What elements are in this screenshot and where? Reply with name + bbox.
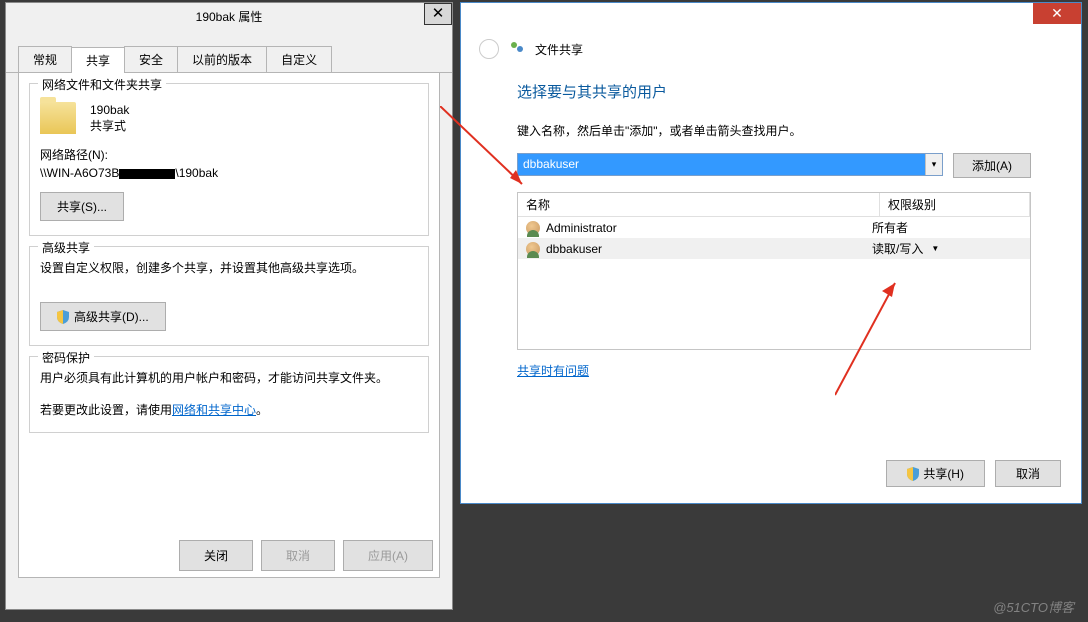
advanced-share-group: 高级共享 设置自定义权限，创建多个共享，并设置其他高级共享选项。 高级共享(D)… bbox=[29, 246, 429, 346]
tab-sharing[interactable]: 共享 bbox=[71, 47, 125, 73]
properties-title: 190bak 属性 bbox=[196, 10, 263, 24]
tab-security[interactable]: 安全 bbox=[124, 46, 178, 72]
user-input[interactable]: dbbakuser bbox=[518, 154, 925, 175]
chevron-down-icon[interactable]: ▼ bbox=[931, 244, 939, 253]
tabs-bar: 常规 共享 安全 以前的版本 自定义 bbox=[6, 46, 452, 73]
chevron-down-icon[interactable]: ▾ bbox=[925, 154, 942, 175]
user-name: Administrator bbox=[546, 221, 617, 235]
advanced-share-title: 高级共享 bbox=[38, 239, 94, 256]
tab-previous-versions[interactable]: 以前的版本 bbox=[177, 46, 267, 72]
share-footer: 共享(H) 取消 bbox=[886, 460, 1061, 487]
properties-dialog: 190bak 属性 ✕ 常规 共享 安全 以前的版本 自定义 网络文件和文件夹共… bbox=[5, 2, 453, 610]
shield-icon bbox=[907, 467, 919, 481]
watermark: @51CTO博客 bbox=[993, 597, 1074, 616]
tab-content: 网络文件和文件夹共享 190bak 共享式 网络路径(N): \\WIN-A6O… bbox=[18, 73, 440, 578]
network-path-label: 网络路径(N): bbox=[40, 146, 418, 163]
user-icon bbox=[526, 221, 540, 235]
share-status: 共享式 bbox=[90, 118, 129, 134]
footer-buttons: 关闭 取消 应用(A) bbox=[179, 540, 433, 571]
share-header: 文件共享 bbox=[461, 31, 1081, 67]
user-permissions-table: 名称 权限级别 Administrator 所有者 dbbakuser 读取/写… bbox=[517, 192, 1031, 350]
password-line2: 若要更改此设置，请使用网络和共享中心。 bbox=[40, 401, 418, 418]
shield-icon bbox=[57, 310, 69, 324]
network-share-title: 网络文件和文件夹共享 bbox=[38, 76, 166, 93]
password-line1: 用户必须具有此计算机的用户帐户和密码，才能访问共享文件夹。 bbox=[40, 369, 418, 387]
close-btn[interactable]: 关闭 bbox=[179, 540, 253, 571]
tab-customize[interactable]: 自定义 bbox=[266, 46, 332, 72]
table-row[interactable]: Administrator 所有者 bbox=[518, 217, 1030, 238]
share-icon bbox=[509, 40, 525, 59]
permission-level: 读取/写入 bbox=[872, 240, 923, 257]
tab-general[interactable]: 常规 bbox=[18, 46, 72, 72]
add-button[interactable]: 添加(A) bbox=[953, 153, 1031, 178]
permission-level: 所有者 bbox=[872, 219, 908, 236]
user-combobox[interactable]: dbbakuser ▾ bbox=[517, 153, 943, 176]
sharing-problem-link[interactable]: 共享时有问题 bbox=[517, 364, 589, 378]
user-name: dbbakuser bbox=[546, 242, 602, 256]
share-submit-button[interactable]: 共享(H) bbox=[886, 460, 985, 487]
column-name[interactable]: 名称 bbox=[518, 193, 880, 216]
cancel-btn[interactable]: 取消 bbox=[261, 540, 335, 571]
network-share-group: 网络文件和文件夹共享 190bak 共享式 网络路径(N): \\WIN-A6O… bbox=[29, 83, 429, 236]
share-button[interactable]: 共享(S)... bbox=[40, 192, 124, 221]
apply-btn[interactable]: 应用(A) bbox=[343, 540, 433, 571]
advanced-share-description: 设置自定义权限，创建多个共享，并设置其他高级共享选项。 bbox=[40, 259, 418, 276]
advanced-share-button[interactable]: 高级共享(D)... bbox=[40, 302, 166, 331]
column-permission[interactable]: 权限级别 bbox=[880, 193, 1030, 216]
share-titlebar[interactable]: ✕ bbox=[461, 3, 1081, 31]
share-heading: 选择要与其共享的用户 bbox=[517, 81, 1031, 102]
properties-titlebar[interactable]: 190bak 属性 ✕ bbox=[6, 3, 452, 31]
user-icon bbox=[526, 242, 540, 256]
file-sharing-dialog: ✕ 文件共享 选择要与其共享的用户 键入名称，然后单击"添加"，或者单击箭头查找… bbox=[460, 2, 1082, 504]
folder-name: 190bak bbox=[90, 102, 129, 118]
network-path-value: \\WIN-A6O73B\190bak bbox=[40, 166, 418, 180]
table-header: 名称 权限级别 bbox=[518, 193, 1030, 217]
share-body: 选择要与其共享的用户 键入名称，然后单击"添加"，或者单击箭头查找用户。 dbb… bbox=[461, 67, 1081, 389]
password-protect-title: 密码保护 bbox=[38, 349, 94, 366]
table-row[interactable]: dbbakuser 读取/写入 ▼ bbox=[518, 238, 1030, 259]
close-button[interactable]: ✕ bbox=[424, 3, 452, 25]
share-instruction: 键入名称，然后单击"添加"，或者单击箭头查找用户。 bbox=[517, 122, 1031, 139]
share-header-title: 文件共享 bbox=[535, 41, 583, 58]
back-icon[interactable] bbox=[479, 39, 499, 59]
redacted-text bbox=[119, 169, 175, 179]
close-button[interactable]: ✕ bbox=[1033, 3, 1081, 24]
folder-icon bbox=[40, 102, 76, 134]
network-sharing-center-link[interactable]: 网络和共享中心 bbox=[172, 403, 256, 417]
cancel-button[interactable]: 取消 bbox=[995, 460, 1061, 487]
password-protect-group: 密码保护 用户必须具有此计算机的用户帐户和密码，才能访问共享文件夹。 若要更改此… bbox=[29, 356, 429, 433]
